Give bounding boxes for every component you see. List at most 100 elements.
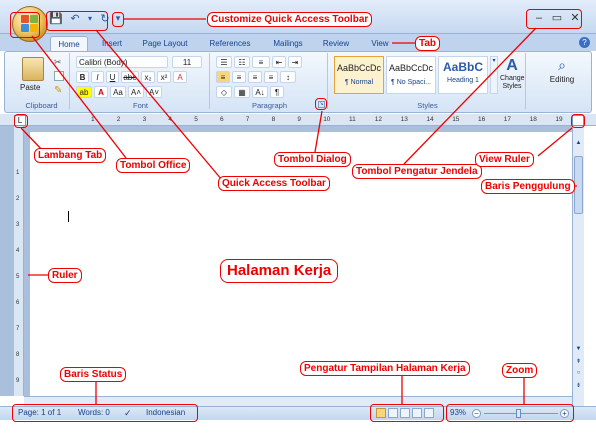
group-styles: AaBbCcDc ¶ Normal AaBbCcDc ¶ No Spaci...…	[330, 53, 526, 110]
decrease-indent-icon[interactable]: ⇤	[272, 56, 286, 68]
vertical-ruler-number: 1	[16, 170, 20, 176]
editing-label: Editing	[549, 75, 575, 84]
ruler-number: 3	[142, 116, 147, 123]
show-marks-button[interactable]: ¶	[270, 86, 284, 98]
subscript-button[interactable]: x₂	[141, 71, 155, 83]
status-highlight	[12, 404, 198, 422]
vertical-ruler-number: 2	[16, 196, 20, 202]
group-editing[interactable]: ⌕ Editing	[540, 55, 584, 84]
view-ruler-highlight	[571, 114, 585, 128]
style-preview: AaBbC	[442, 60, 483, 74]
ruler-number: 6	[220, 116, 224, 123]
sort-button[interactable]: A↓	[252, 86, 268, 98]
font-color-icon[interactable]: A	[94, 86, 108, 98]
align-left-icon[interactable]: ≡	[216, 71, 230, 83]
font-size-select[interactable]: 11	[172, 56, 202, 68]
styles-more-icon[interactable]: ▾	[490, 56, 498, 94]
font-format-row: B I U abe x₂ x² A	[76, 71, 187, 83]
scroll-thumb[interactable]	[574, 156, 583, 214]
shrink-font-button[interactable]: A˅	[146, 86, 162, 98]
group-font: Calibri (Body) 11 B I U abe x₂ x² A ab A…	[72, 53, 210, 110]
help-icon[interactable]: ?	[579, 37, 590, 48]
shading-icon[interactable]: ◇	[216, 86, 232, 98]
justify-icon[interactable]: ≡	[264, 71, 278, 83]
font-color-row: ab A Aa A˄ A˅	[76, 86, 162, 98]
callout-pengatur-tampilan: Pengatur Tampilan Halaman Kerja	[300, 361, 470, 376]
customize-qat-highlight	[112, 12, 124, 27]
callout-lambang-tab: Lambang Tab	[34, 148, 107, 163]
callout-tombol-jendela: Tombol Pengatur Jendela	[352, 164, 482, 179]
strikethrough-button[interactable]: abe	[121, 71, 139, 83]
format-painter-icon[interactable]: ✎	[54, 85, 64, 96]
style-normal[interactable]: AaBbCcDc ¶ Normal	[334, 56, 384, 94]
tab-review[interactable]: Review	[316, 36, 356, 51]
ruler-number: 16	[478, 116, 486, 123]
previous-page-icon[interactable]: ⇞	[574, 358, 583, 366]
style-preview: AaBbCcDc	[336, 63, 381, 73]
paste-icon[interactable]	[22, 57, 44, 81]
italic-button[interactable]: I	[91, 71, 104, 83]
ruler-number: 19	[555, 116, 563, 123]
vertical-ruler-number: 9	[16, 378, 20, 384]
callout-ruler: Ruler	[48, 268, 82, 283]
select-browse-icon[interactable]: ○	[574, 370, 583, 378]
paste-button-label[interactable]: Paste	[20, 83, 40, 92]
tab-mailings[interactable]: Mailings	[264, 36, 312, 51]
callout-tombol-office: Tombol Office	[116, 158, 191, 173]
grow-font-button[interactable]: A˄	[128, 86, 144, 98]
increase-indent-icon[interactable]: ⇥	[288, 56, 302, 68]
ruler-number: 1	[91, 116, 95, 123]
next-page-icon[interactable]: ⇟	[574, 382, 583, 390]
change-styles-label: Change Styles	[500, 75, 525, 90]
group-paragraph: ☰ ☷ ≡ ⇤ ⇥ ≡ ≡ ≡ ≡ ↕ ◇ ▦ A↓ ¶ Paragraph ↘	[212, 53, 328, 110]
style-heading-1[interactable]: AaBbC Heading 1	[438, 56, 488, 94]
callout-halaman-kerja: Halaman Kerja	[220, 259, 339, 283]
scroll-up-icon[interactable]: ▲	[574, 140, 583, 148]
qat-highlight	[46, 11, 108, 31]
align-center-icon[interactable]: ≡	[232, 71, 246, 83]
callout-zoom: Zoom	[502, 363, 538, 378]
binoculars-icon: ⌕	[558, 57, 566, 73]
ruler-number: 5	[194, 116, 198, 123]
ruler-number: 4	[168, 116, 173, 123]
line-spacing-icon[interactable]: ↕	[280, 71, 296, 83]
callout-view-ruler: View Ruler	[475, 152, 534, 167]
bullets-icon[interactable]: ☰	[216, 56, 232, 68]
borders-icon[interactable]: ▦	[234, 86, 250, 98]
underline-button[interactable]: U	[106, 71, 119, 83]
change-styles-button[interactable]: A Change Styles	[500, 57, 525, 91]
vertical-scrollbar[interactable]: ▲ ▼ ⇞ ○ ⇟	[572, 126, 584, 408]
vertical-ruler-number: 3	[16, 222, 20, 228]
style-no-spacing[interactable]: AaBbCcDc ¶ No Spaci...	[386, 56, 436, 94]
change-case-button[interactable]: Aa	[110, 86, 126, 98]
tab-references[interactable]: References	[200, 36, 260, 51]
style-name: ¶ Normal	[344, 79, 374, 86]
tab-insert[interactable]: Insert	[92, 36, 132, 51]
superscript-button[interactable]: x²	[157, 71, 171, 83]
window-controls-highlight	[526, 9, 582, 29]
ruler-number: 17	[503, 116, 512, 123]
styles-group-label: Styles	[417, 101, 438, 110]
copy-icon[interactable]	[54, 71, 64, 81]
vertical-ruler-number: 5	[16, 274, 20, 280]
cut-icon[interactable]: ✂	[54, 57, 64, 67]
clear-formatting-button[interactable]: A	[173, 71, 187, 83]
tab-home[interactable]: Home	[50, 36, 88, 51]
text-cursor	[68, 211, 69, 222]
callout-tombol-dialog: Tombol Dialog	[274, 152, 351, 167]
tab-view[interactable]: View	[362, 36, 398, 51]
ruler-number: 15	[452, 116, 460, 123]
bold-button[interactable]: B	[76, 71, 89, 83]
align-right-icon[interactable]: ≡	[248, 71, 262, 83]
scroll-down-icon[interactable]: ▼	[574, 346, 583, 354]
numbering-icon[interactable]: ☷	[234, 56, 250, 68]
font-group-label: Font	[132, 101, 148, 110]
ruler-number: 12	[374, 116, 383, 123]
tab-page-layout[interactable]: Page Layout	[134, 36, 196, 51]
multilevel-list-icon[interactable]: ≡	[252, 56, 270, 68]
highlight-icon[interactable]: ab	[76, 86, 92, 98]
callout-tab: Tab	[415, 36, 441, 51]
vertical-ruler-numbers: 1 2 3 4 5 6 7 8 9	[14, 126, 24, 396]
font-name-select[interactable]: Calibri (Body)	[76, 56, 168, 68]
list-row: ☰ ☷ ≡ ⇤ ⇥	[216, 56, 302, 68]
